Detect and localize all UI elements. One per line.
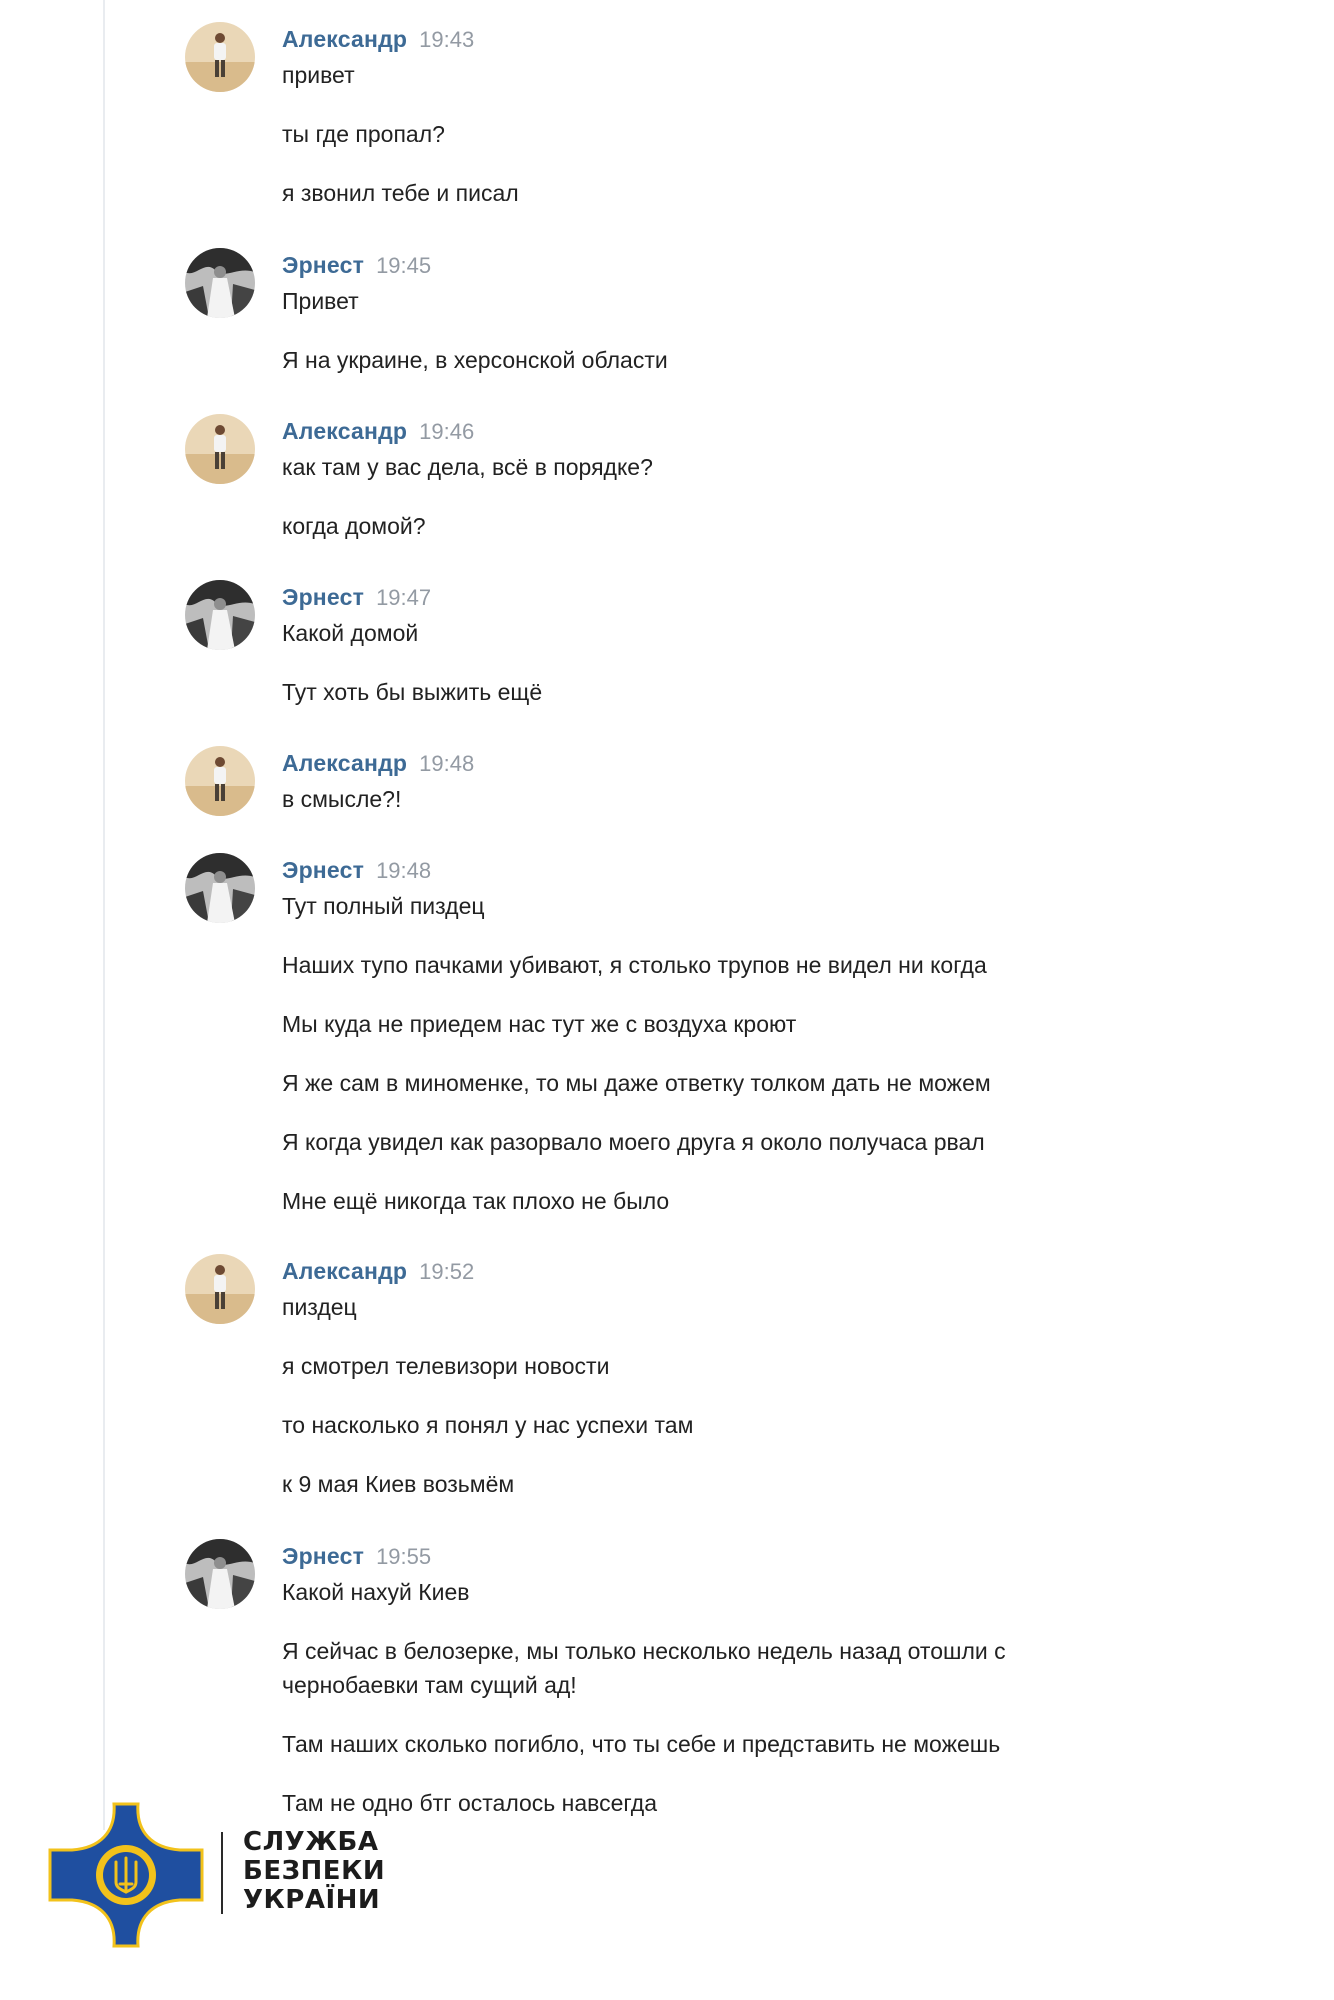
message-time[interactable]: 19:52	[419, 1259, 474, 1284]
avatar-ernest[interactable]	[185, 853, 255, 923]
message-text: Какой домой	[282, 620, 419, 646]
message-text: пиздец	[282, 1294, 357, 1320]
sbu-wordmark-line: БЕЗПЕКИ	[243, 1856, 386, 1886]
message-text: то насколько я понял у нас успехи там	[282, 1412, 694, 1438]
message-text: я смотрел телевизори новости	[282, 1353, 610, 1379]
message-text: Я сейчас в белозерке, мы только нескольк…	[282, 1638, 1006, 1698]
message-text: Я же сам в миноменке, то мы даже ответку…	[282, 1070, 991, 1096]
avatar-alexander[interactable]	[185, 1254, 255, 1324]
message-text: Тут полный пиздец	[282, 893, 485, 919]
message-text: Я на украине, в херсонской области	[282, 347, 668, 373]
message-text: Я когда увидел как разорвало моего друга…	[282, 1129, 985, 1155]
sbu-wordmark-line: УКРАЇНИ	[243, 1885, 381, 1915]
message-text: Какой нахуй Киев	[282, 1579, 470, 1605]
message-time[interactable]: 19:48	[376, 858, 431, 883]
logo-divider	[221, 1832, 223, 1914]
message-time[interactable]: 19:46	[419, 419, 474, 444]
message-text: Там не одно бтг осталось навсегда	[282, 1790, 657, 1816]
message-time[interactable]: 19:48	[419, 751, 474, 776]
message-author[interactable]: Александр	[282, 1258, 407, 1284]
message-text: Мы куда не приедем нас тут же с воздуха …	[282, 1011, 797, 1037]
message-text: Наших тупо пачками убивают, я столько тр…	[282, 952, 987, 978]
avatar-ernest[interactable]	[185, 1539, 255, 1609]
message-text: я звонил тебе и писал	[282, 180, 519, 206]
message-author[interactable]: Александр	[282, 750, 407, 776]
message-author[interactable]: Эрнест	[282, 584, 364, 610]
message-text: ты где пропал?	[282, 121, 445, 147]
message-text: Там наших сколько погибло, что ты себе и…	[282, 1731, 1001, 1757]
message-text: Мне ещё никогда так плохо не было	[282, 1188, 670, 1214]
message-text: Тут хоть бы выжить ещё	[282, 679, 543, 705]
message-time[interactable]: 19:55	[376, 1544, 431, 1569]
sbu-wordmark: СЛУЖБА БЕЗПЕКИ УКРАЇНИ	[243, 1828, 385, 1915]
message-text: в смысле?!	[282, 786, 402, 812]
avatar-ernest[interactable]	[185, 248, 255, 318]
avatar-alexander[interactable]	[185, 746, 255, 816]
message-time[interactable]: 19:45	[376, 253, 431, 278]
message-author[interactable]: Александр	[282, 418, 407, 444]
message-author[interactable]: Эрнест	[282, 1543, 364, 1569]
sbu-emblem-icon	[46, 1800, 206, 1950]
message-text: привет	[282, 62, 355, 88]
message-time[interactable]: 19:43	[419, 27, 474, 52]
message-author[interactable]: Александр	[282, 26, 407, 52]
chat-left-border	[103, 0, 105, 1830]
avatar-alexander[interactable]	[185, 22, 255, 92]
message-text: к 9 мая Киев возьмём	[282, 1471, 515, 1497]
avatar-ernest[interactable]	[185, 580, 255, 650]
sbu-wordmark-line: СЛУЖБА	[243, 1827, 379, 1857]
avatar-alexander[interactable]	[185, 414, 255, 484]
message-text: как там у вас дела, всё в порядке?	[282, 454, 653, 480]
message-text: когда домой?	[282, 513, 426, 539]
message-author[interactable]: Эрнест	[282, 252, 364, 278]
message-time[interactable]: 19:47	[376, 585, 431, 610]
message-text: Привет	[282, 288, 359, 314]
message-author[interactable]: Эрнест	[282, 857, 364, 883]
